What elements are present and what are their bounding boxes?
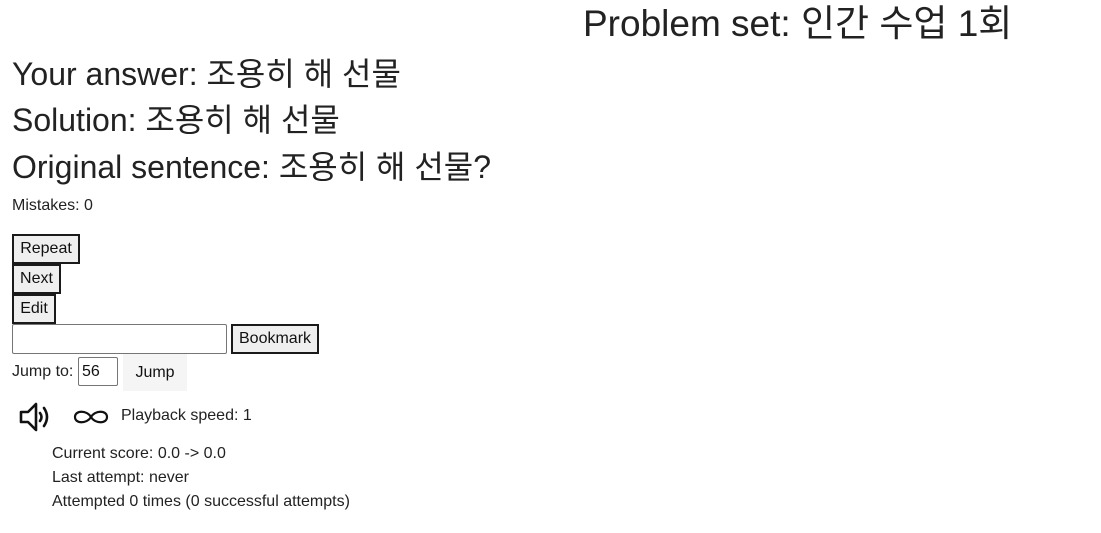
your-answer-line: Your answer: 조용히 해 선물 [12,54,401,94]
original-sentence-value: 조용히 해 선물? [278,149,492,185]
last-attempt: Last attempt: never [52,469,189,486]
repeat-button[interactable]: Repeat [12,234,80,264]
speaker-volume-icon[interactable] [18,400,54,434]
infinity-loop-icon[interactable] [72,405,110,429]
solution-value: 조용히 해 선물 [145,102,340,138]
original-sentence-label: Original sentence: [12,149,279,185]
edit-button[interactable]: Edit [12,294,56,324]
jump-button[interactable]: Jump [123,354,187,391]
your-answer-label: Your answer: [12,56,207,92]
original-sentence-line: Original sentence: 조용히 해 선물? [12,147,491,187]
solution-label: Solution: [12,102,146,138]
playback-speed: Playback speed: 1 [121,407,252,424]
jump-to-label: Jump to: [12,363,74,380]
mistakes-count: Mistakes: 0 [12,197,93,214]
bookmark-button[interactable]: Bookmark [231,324,319,354]
bookmark-input[interactable] [12,324,227,354]
solution-line: Solution: 조용히 해 선물 [12,100,340,140]
jump-to-input[interactable] [78,357,118,386]
page-title: Problem set: 인간 수업 1회 [583,3,1013,44]
current-score: Current score: 0.0 -> 0.0 [52,445,226,462]
attempt-count: Attempted 0 times (0 successful attempts… [52,493,350,510]
next-button[interactable]: Next [12,264,61,294]
your-answer-value: 조용히 해 선물 [206,56,401,92]
